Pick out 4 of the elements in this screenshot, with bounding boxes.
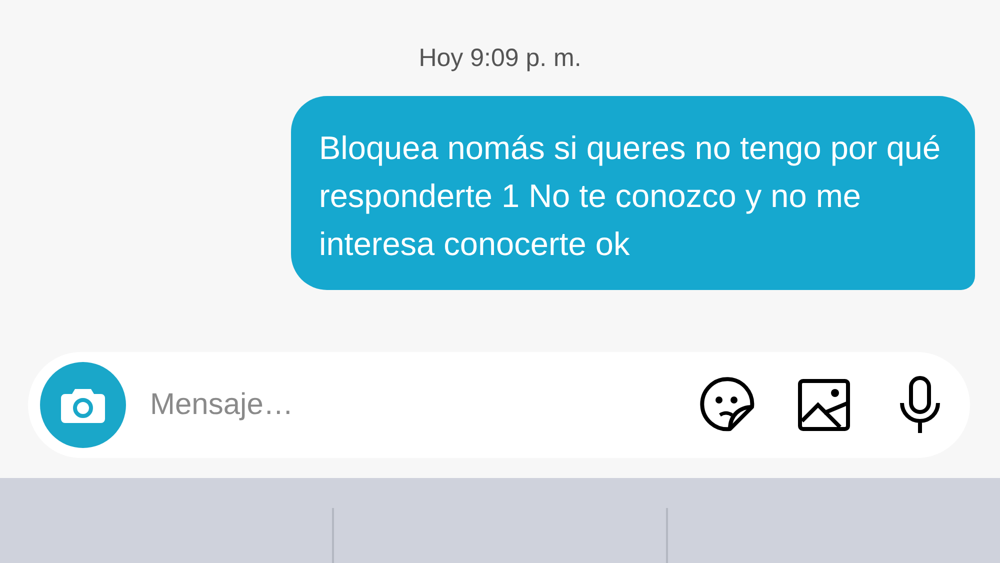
timestamp: Hoy 9:09 p. m. [418, 43, 582, 74]
message-input[interactable]: Mensaje… [148, 387, 662, 423]
message-bubble: Bloquea nomás si queres no tengo por qué responderte 1 No te conozco y no me interesa conocerte ok [291, 96, 975, 290]
camera-button[interactable] [40, 362, 126, 448]
